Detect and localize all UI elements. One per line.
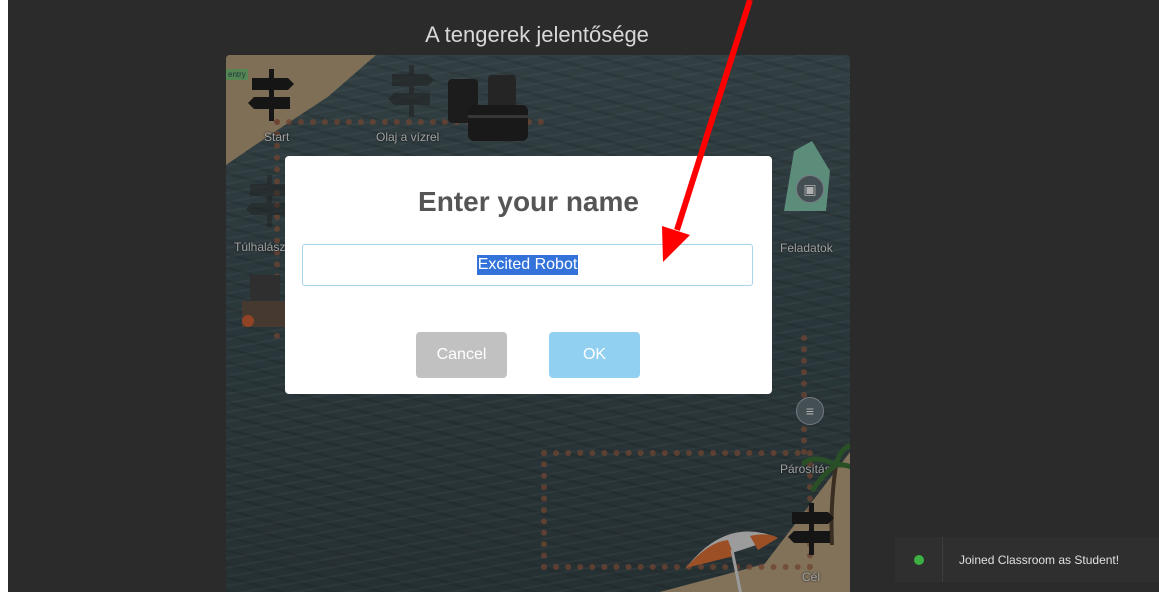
ok-button[interactable]: OK <box>549 332 640 378</box>
game-title: A tengerek jelentősége <box>425 22 649 47</box>
name-input[interactable]: Excited Robot <box>302 244 753 286</box>
status-dot-icon <box>914 554 924 565</box>
dialog-title: Enter your name <box>418 186 639 217</box>
notification-toast: Joined Classroom as Student! <box>895 537 1159 582</box>
cancel-button[interactable]: Cancel <box>416 332 507 378</box>
name-dialog: Enter your name Excited Robot Cancel OK <box>285 156 772 394</box>
toast-message: Joined Classroom as Student! <box>959 552 1120 567</box>
toast-divider <box>942 537 943 582</box>
name-input-value: Excited Robot <box>476 255 579 275</box>
